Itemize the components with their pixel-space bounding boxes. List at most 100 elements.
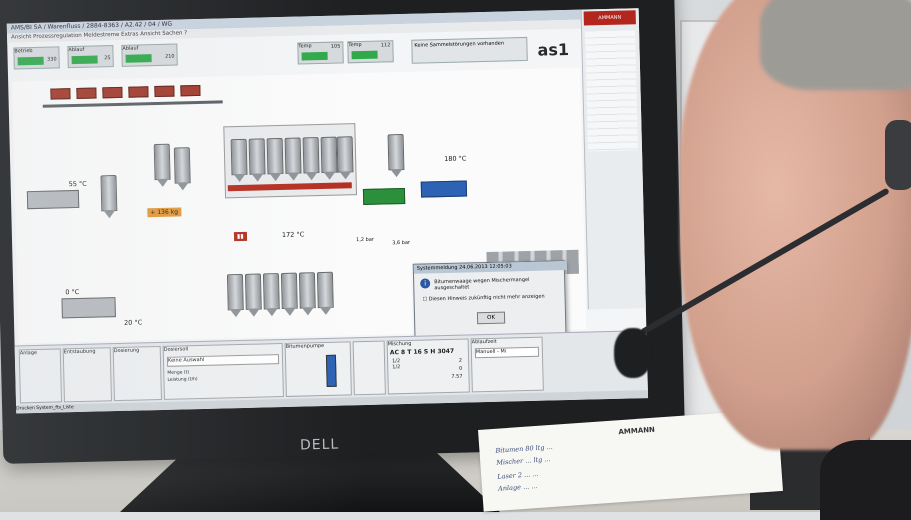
side-panel-list[interactable] bbox=[585, 30, 639, 152]
status-message-box: Keine Sammelstörungen vorhanden bbox=[411, 36, 528, 64]
operator-hair bbox=[760, 0, 911, 90]
gauge-temp-1[interactable]: Temp 105 bbox=[297, 41, 344, 65]
loading-silo[interactable] bbox=[316, 271, 334, 309]
loading-silo[interactable] bbox=[298, 272, 316, 309]
panel-entstaubung[interactable]: Entstaubung bbox=[62, 347, 112, 403]
mix-value: 0 bbox=[459, 365, 463, 372]
bitumen-tank[interactable] bbox=[420, 180, 468, 198]
silo[interactable] bbox=[320, 136, 338, 174]
silo[interactable] bbox=[230, 138, 248, 176]
panel-bitumenpumpe[interactable]: Bitumenpumpe bbox=[284, 341, 352, 397]
temp-low-left-2: 20 °C bbox=[123, 318, 143, 327]
main-monitor: AMS/BI SA / Warenfluss / 2884-8363 / A2.… bbox=[0, 0, 686, 464]
gauge-ablauf-2[interactable]: Ablauf 210 bbox=[121, 43, 178, 67]
storage-silo[interactable] bbox=[153, 143, 171, 181]
gauge-temp-2[interactable]: Temp 112 bbox=[347, 40, 394, 64]
filler-unit[interactable] bbox=[61, 297, 116, 319]
green-mixer[interactable] bbox=[362, 187, 406, 205]
dosing-label-rate: Leistung (t/h) bbox=[167, 377, 198, 383]
gauge-label: Ablauf bbox=[68, 46, 85, 54]
panel-title: Mischung bbox=[387, 340, 412, 348]
panel-title: Dosiersoll bbox=[163, 346, 189, 353]
gauge-bar bbox=[125, 54, 152, 63]
panel-title: Entstaubung bbox=[63, 348, 96, 356]
monitor-brand: DELL bbox=[299, 436, 340, 454]
dialog-title: Systemmeldung 24.06.2013 12:05:03 bbox=[413, 261, 567, 274]
panel-dosiersoll[interactable]: Dosiersoll Keine Auswahl Menge (t) Leist… bbox=[162, 343, 284, 400]
silo[interactable] bbox=[266, 137, 284, 175]
gauge-label: Temp bbox=[348, 41, 362, 49]
silo-bank-indicator bbox=[227, 182, 352, 192]
gauge-label: Betrieb bbox=[14, 48, 33, 55]
scada-screen: AMS/BI SA / Warenfluss / 2884-8363 / A2.… bbox=[6, 8, 649, 414]
side-panel: AMMANN bbox=[580, 8, 647, 310]
brand-logo: AMMANN bbox=[583, 10, 636, 26]
feed-hopper[interactable] bbox=[102, 86, 123, 99]
gauge-value: 330 bbox=[47, 56, 57, 63]
status-message: Keine Sammelstörungen vorhanden bbox=[414, 40, 505, 49]
mix-value: 1/2 bbox=[392, 364, 401, 371]
silo[interactable] bbox=[302, 137, 320, 174]
panel-ablaufzeit[interactable]: Ablaufzeit Manuell - Mi bbox=[470, 336, 544, 393]
dosing-select[interactable]: Keine Auswahl bbox=[166, 354, 280, 367]
feed-hopper[interactable] bbox=[154, 85, 175, 98]
gauge-value: 105 bbox=[330, 43, 341, 50]
silo[interactable] bbox=[336, 136, 354, 173]
panel-title: Dosierung bbox=[113, 347, 140, 355]
gauge-ablauf-1[interactable]: Ablauf 25 bbox=[67, 45, 114, 69]
note-line: Bitumen 80 ltg ... bbox=[495, 442, 554, 455]
panel-mischung[interactable]: Mischung AC 8 T 16 S H 3047 1/2 1/2 2 0 … bbox=[386, 338, 470, 395]
silo[interactable] bbox=[284, 137, 302, 174]
feed-hopper[interactable] bbox=[128, 86, 149, 98]
checkbox-icon[interactable]: ☐ bbox=[423, 296, 428, 302]
ok-button[interactable]: OK bbox=[476, 311, 506, 325]
dialog-checkbox[interactable]: ☐ Diesen Hinweis zukünftig nicht mehr an… bbox=[423, 294, 545, 303]
panel-small[interactable] bbox=[352, 340, 386, 396]
gauge-label: Temp bbox=[298, 43, 312, 50]
mode-select[interactable]: Manuell - Mi bbox=[474, 346, 540, 359]
gauge-value: 112 bbox=[380, 42, 391, 49]
loading-silo[interactable] bbox=[244, 273, 262, 310]
panel-title: Bitumenpumpe bbox=[285, 342, 325, 350]
gauge-bar bbox=[301, 51, 328, 61]
headset-microphone bbox=[614, 328, 652, 378]
info-icon: i bbox=[420, 278, 431, 289]
loading-silo[interactable] bbox=[226, 273, 244, 311]
conveyor-belt bbox=[42, 100, 223, 108]
dryer-drum[interactable] bbox=[26, 189, 80, 210]
pressure-tag-2: 3,6 bar bbox=[392, 239, 411, 247]
loading-silo[interactable] bbox=[280, 272, 298, 310]
pump-level-bar bbox=[325, 354, 337, 387]
mixer-weight: + 136 kg bbox=[147, 207, 182, 218]
gauge-bar bbox=[17, 56, 44, 66]
gauge-label: Ablauf bbox=[122, 45, 139, 52]
silo[interactable] bbox=[248, 138, 266, 175]
gauge-value: 210 bbox=[164, 53, 175, 60]
storage-silo[interactable] bbox=[100, 175, 118, 212]
pressure-tag-1: 1,2 bar bbox=[356, 236, 375, 244]
feed-hopper[interactable] bbox=[76, 87, 97, 99]
dialog-message: Bitumenwaage wegen Mischermangel ausgesc… bbox=[434, 276, 530, 292]
gauge-bar bbox=[71, 55, 98, 65]
temp-left: 55 °C bbox=[68, 179, 87, 189]
mix-value: 2 bbox=[458, 357, 463, 364]
feed-hopper[interactable] bbox=[50, 88, 71, 100]
panel-dosierung[interactable]: Dosierung bbox=[112, 345, 162, 402]
temp-mid: 172 °C bbox=[281, 230, 305, 239]
temp-right: 180 °C bbox=[444, 154, 467, 164]
headset-earpiece bbox=[885, 120, 911, 190]
alarm-tag: ▮▮ bbox=[233, 231, 247, 242]
gauge-value: 25 bbox=[104, 55, 111, 62]
panel-anlage[interactable]: Anlage bbox=[18, 348, 62, 404]
loading-silo[interactable] bbox=[262, 273, 280, 310]
gauge-bar bbox=[351, 50, 378, 60]
mix-value: 7.57 bbox=[451, 373, 463, 380]
gauge-betrieb[interactable]: Betrieb 330 bbox=[13, 46, 60, 70]
paper-header: AMMANN bbox=[618, 425, 656, 437]
note-line: Anlage ... ... bbox=[497, 482, 538, 493]
storage-silo[interactable] bbox=[387, 133, 405, 171]
feed-hopper[interactable] bbox=[180, 84, 201, 97]
storage-silo[interactable] bbox=[173, 147, 191, 184]
note-line: Laser 2 ... ... bbox=[497, 469, 539, 481]
note-line: Mischer ... ltg ... bbox=[496, 455, 551, 467]
